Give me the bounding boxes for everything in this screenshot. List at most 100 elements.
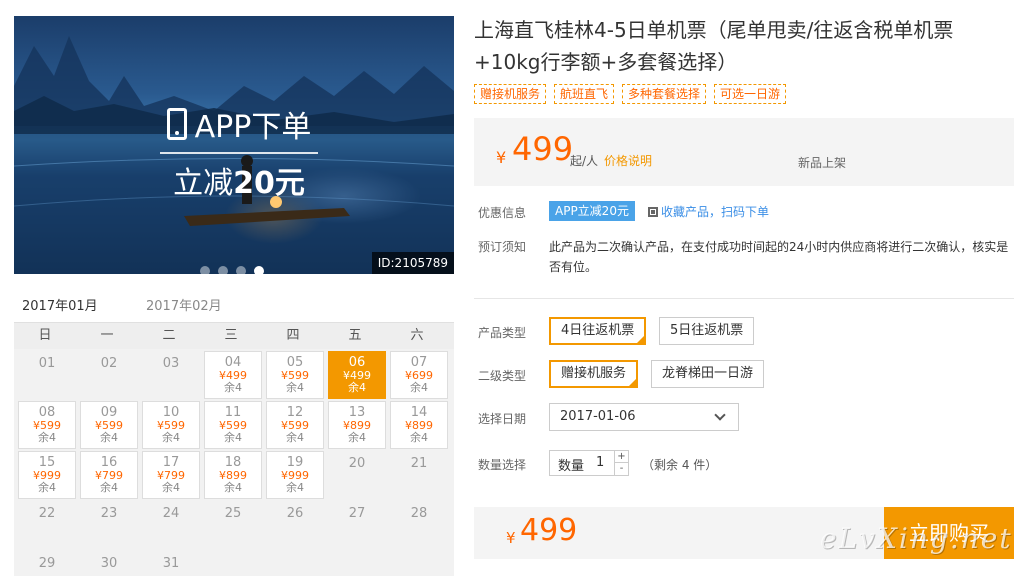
calendar-day-remaining: 余4 xyxy=(286,431,304,444)
quantity-stepper[interactable]: 数量 1 + - xyxy=(549,450,629,476)
calendar-day-number: 05 xyxy=(286,355,304,370)
quantity-value[interactable]: 1 xyxy=(596,455,604,470)
calendar-day-remaining: 余4 xyxy=(286,481,304,494)
calendar-day: 30 xyxy=(80,551,138,576)
carousel-dot[interactable] xyxy=(236,266,246,274)
weekday-label: 二 xyxy=(162,328,176,343)
calendar-day-number: 24 xyxy=(162,506,180,521)
feature-tag: 多种套餐选择 xyxy=(622,84,707,104)
promo-line2-prefix: 立减 xyxy=(173,166,234,201)
price-currency: ¥ xyxy=(496,148,507,167)
product-banner[interactable]: APP下单 立减20元 ID:2105789 xyxy=(14,16,454,274)
calendar-day-available[interactable]: 18 ¥899 余4 xyxy=(204,451,262,499)
buy-now-button[interactable]: 立即购买 xyxy=(884,507,1014,559)
tab-month-jan[interactable]: 2017年01月 xyxy=(14,295,114,326)
calendar-day-remaining: 余4 xyxy=(38,431,56,444)
calendar-day-remaining: 余4 xyxy=(162,431,180,444)
feature-tag: 航班直飞 xyxy=(554,84,615,104)
calendar-weekday-header: 日 一 二 三 四 五 六 xyxy=(14,323,454,349)
calendar-day-number: 01 xyxy=(38,356,56,371)
quantity-inner-label: 数量 xyxy=(558,459,585,474)
calendar-day-available[interactable]: 08 ¥599 余4 xyxy=(18,401,76,449)
calendar-day: 03 xyxy=(142,351,200,399)
total-currency: ¥ xyxy=(506,529,516,547)
promo-divider xyxy=(160,152,318,154)
total-amount: 499 xyxy=(520,513,578,548)
weekday-label: 一 xyxy=(100,328,114,343)
option-airport-pickup[interactable]: 赠接机服务 xyxy=(549,360,639,388)
calendar-day-remaining: 余4 xyxy=(224,431,242,444)
calendar-day-remaining: 余4 xyxy=(224,481,242,494)
weekday-label: 日 xyxy=(38,328,52,343)
calendar-day-available[interactable]: 09 ¥599 余4 xyxy=(80,401,138,449)
calendar-day-available[interactable]: 12 ¥599 余4 xyxy=(266,401,324,449)
calendar-day-available[interactable]: 11 ¥599 余4 xyxy=(204,401,262,449)
calendar-day-remaining: 余4 xyxy=(100,481,118,494)
weekday-label: 四 xyxy=(286,328,300,343)
option-longji-daytrip[interactable]: 龙脊梯田一日游 xyxy=(651,360,765,388)
calendar-day-available[interactable]: 05 ¥599 余4 xyxy=(266,351,324,399)
qr-link-label: 收藏产品，扫码下单 xyxy=(661,205,770,219)
calendar-day-number: 14 xyxy=(410,405,428,420)
calendar-day-available[interactable]: 19 ¥999 余4 xyxy=(266,451,324,499)
calendar-day-available[interactable]: 17 ¥799 余4 xyxy=(142,451,200,499)
option-5day-roundtrip[interactable]: 5日往返机票 xyxy=(659,317,755,345)
calendar-day: 21 xyxy=(390,451,448,499)
calendar-day: 24 xyxy=(142,501,200,549)
price-explain-link[interactable]: 价格说明 xyxy=(604,152,652,169)
section-divider xyxy=(474,298,1014,299)
date-select-label: 选择日期 xyxy=(478,412,527,426)
calendar-day-number: 29 xyxy=(38,556,56,571)
product-title: 上海直飞桂林4-5日单机票（尾单甩卖/往返含税单机票+10kg行李额+多套餐选择… xyxy=(474,18,954,74)
calendar-day-available[interactable]: 04 ¥499 余4 xyxy=(204,351,262,399)
calendar-day-available[interactable]: 13 ¥899 余4 xyxy=(328,401,386,449)
quantity-increase-button[interactable]: + xyxy=(614,451,628,463)
quantity-decrease-button[interactable]: - xyxy=(614,463,628,475)
discount-label: 优惠信息 xyxy=(478,206,527,220)
quantity-label: 数量选择 xyxy=(478,458,527,472)
calendar-day-number: 17 xyxy=(162,455,180,470)
calendar-day-number: 23 xyxy=(100,506,118,521)
calendar-day: 20 xyxy=(328,451,386,499)
qr-favorite-link[interactable]: 收藏产品，扫码下单 xyxy=(648,203,769,220)
feature-tag: 可选一日游 xyxy=(714,84,787,104)
app-discount-badge: APP立减20元 xyxy=(549,201,635,221)
carousel-dot[interactable] xyxy=(200,266,210,274)
product-id-tag: ID:2105789 xyxy=(371,252,454,274)
promo-line2-amount: 20元 xyxy=(233,166,305,201)
calendar-day-number: 31 xyxy=(162,556,180,571)
product-type-label: 产品类型 xyxy=(478,326,527,340)
tab-month-feb[interactable]: 2017年02月 xyxy=(146,295,222,314)
date-select-value: 2017-01-06 xyxy=(560,409,636,424)
calendar-day-available[interactable]: 14 ¥899 余4 xyxy=(390,401,448,449)
calendar-day-available[interactable]: 15 ¥999 余4 xyxy=(18,451,76,499)
month-tabs: 2017年01月 2017年02月 xyxy=(14,290,454,326)
calendar-day: 29 xyxy=(18,551,76,576)
calendar-day-number: 15 xyxy=(38,455,56,470)
carousel-dot-active[interactable] xyxy=(254,266,264,274)
carousel-dot[interactable] xyxy=(218,266,228,274)
calendar-day-remaining: 余4 xyxy=(348,431,366,444)
remaining-stock: （剩余 4 件） xyxy=(642,458,718,472)
calendar-day-number: 26 xyxy=(286,506,304,521)
calendar-day-selected[interactable]: 06 ¥499 余4 xyxy=(328,351,386,399)
calendar-day-number: 22 xyxy=(38,506,56,521)
calendar-day-number: 03 xyxy=(162,356,180,371)
calendar-day-remaining: 余4 xyxy=(410,381,428,394)
calendar-day-available[interactable]: 07 ¥699 余4 xyxy=(390,351,448,399)
calendar-day-remaining: 余4 xyxy=(162,481,180,494)
option-4day-roundtrip[interactable]: 4日往返机票 xyxy=(549,317,647,345)
calendar-day-available[interactable]: 16 ¥799 余4 xyxy=(80,451,138,499)
calendar-day-number: 27 xyxy=(348,506,366,521)
date-select[interactable]: 2017-01-06 xyxy=(549,403,739,431)
calendar-day: 23 xyxy=(80,501,138,549)
price-box: ¥ 499 起/人 价格说明 新品上架 xyxy=(474,118,1014,186)
calendar-day-number: 08 xyxy=(38,405,56,420)
calendar-day-number: 30 xyxy=(100,556,118,571)
calendar-day-number: 13 xyxy=(348,405,366,420)
calendar-day: 28 xyxy=(390,501,448,549)
calendar-day-number: 02 xyxy=(100,356,118,371)
calendar-day-available[interactable]: 10 ¥599 余4 xyxy=(142,401,200,449)
calendar-day: 01 xyxy=(18,351,76,399)
calendar-day-remaining: 余4 xyxy=(410,431,428,444)
